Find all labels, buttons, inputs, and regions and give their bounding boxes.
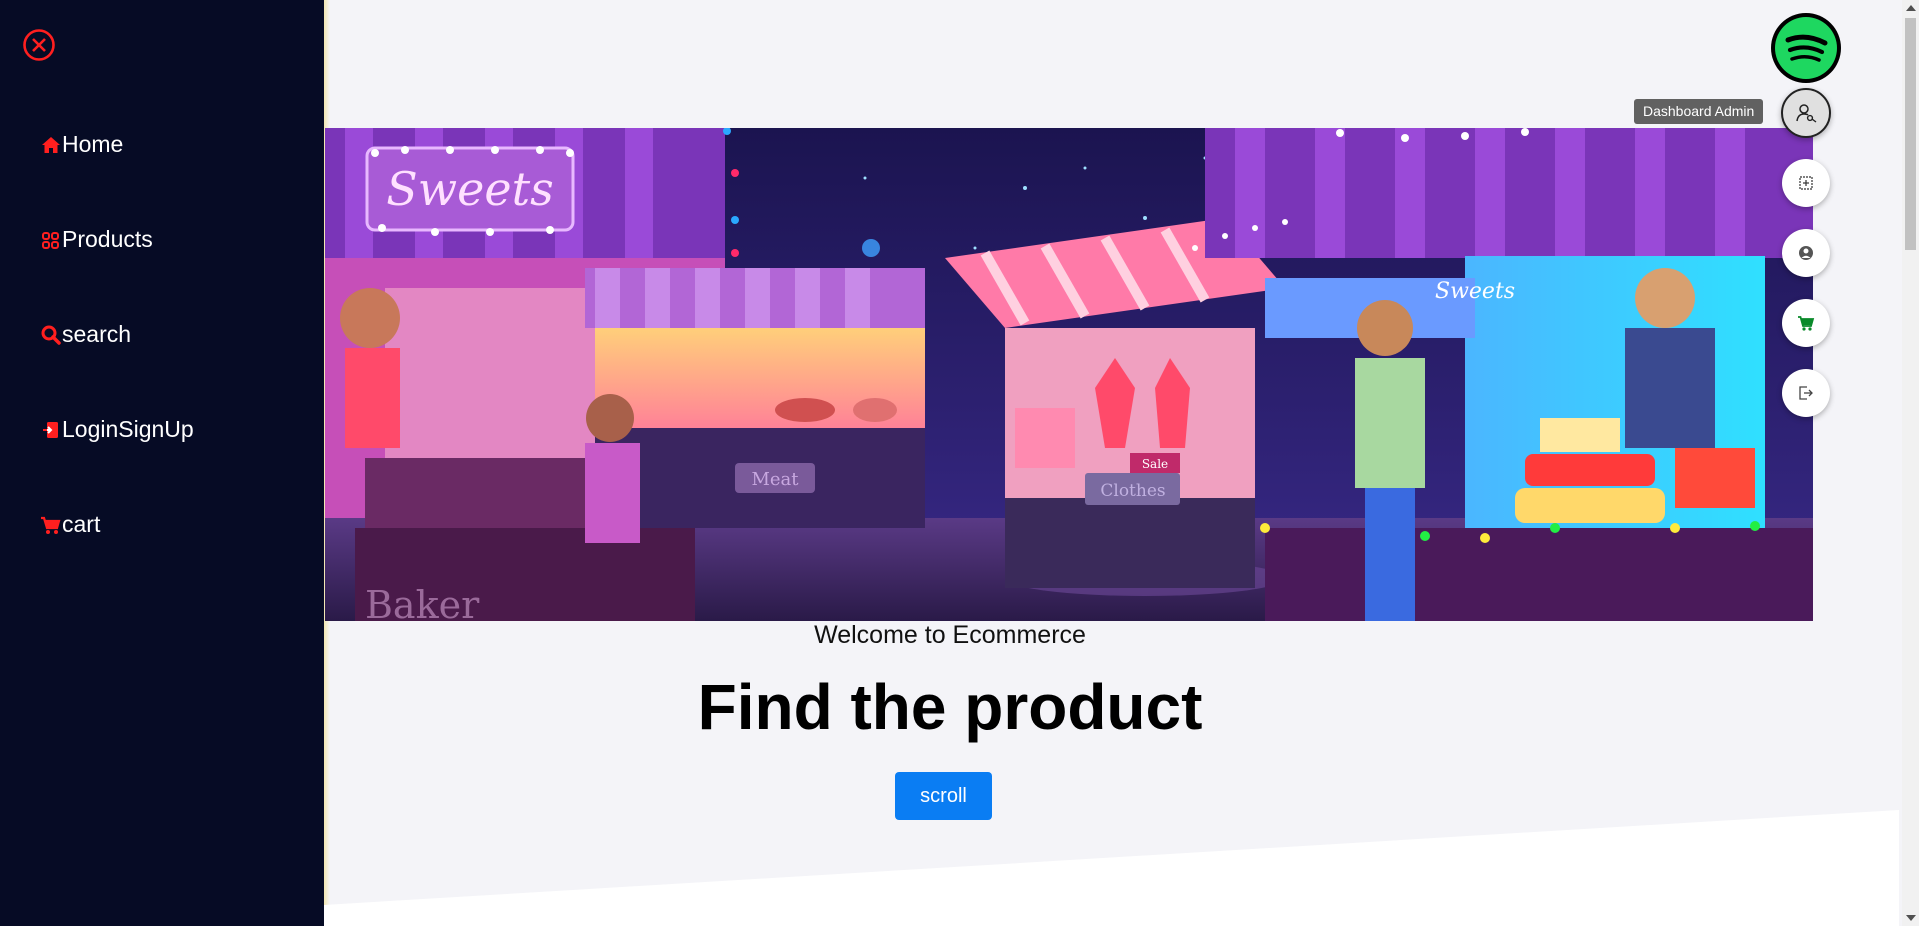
sidebar-item-label: cart — [62, 511, 101, 537]
speed-dial-toggle[interactable] — [1781, 88, 1831, 138]
sidebar: Home Products search LoginSignUp cart — [0, 0, 330, 926]
section-divider — [324, 810, 1899, 926]
sidebar-item-login-signup[interactable]: LoginSignUp — [40, 416, 194, 443]
sign-sweets: Sweets — [386, 162, 553, 216]
tooltip-dashboard-admin: Dashboard Admin — [1634, 99, 1764, 124]
dashboard-action[interactable] — [1782, 159, 1830, 207]
sidebar-item-search[interactable]: search — [40, 321, 131, 348]
sidebar-item-products[interactable]: Products — [40, 226, 153, 253]
welcome-text: Welcome to Ecommerce — [814, 621, 1086, 649]
sign-meat: Meat — [751, 469, 799, 490]
dashboard-icon — [1799, 176, 1813, 190]
hero-banner-image: Sweets Baker Meat Sale Clothes Sweets — [325, 128, 1813, 621]
sidebar-item-cart[interactable]: cart — [40, 511, 100, 538]
scroll-down-arrow[interactable] — [1906, 915, 1916, 921]
cart-icon — [1798, 316, 1815, 331]
cart-icon — [40, 514, 62, 536]
cart-action[interactable] — [1782, 299, 1830, 347]
login-icon — [40, 419, 62, 441]
sign-bakery: Baker — [365, 583, 480, 621]
sidebar-item-home[interactable]: Home — [40, 131, 123, 158]
grid-icon — [40, 229, 62, 251]
sign-sale: Sale — [1142, 457, 1168, 471]
search-icon — [40, 324, 62, 346]
scroll-thumb[interactable] — [1905, 18, 1916, 250]
spotify-icon[interactable] — [1771, 13, 1841, 83]
logout-icon — [1799, 386, 1813, 400]
page-title: Find the product — [697, 671, 1203, 743]
account-icon — [1799, 246, 1813, 260]
scroll-up-arrow[interactable] — [1906, 5, 1916, 11]
sidebar-item-label: search — [62, 321, 132, 347]
admin-user-icon — [1796, 104, 1817, 123]
sidebar-item-label: Products — [62, 226, 153, 252]
sidebar-item-label: Home — [62, 131, 124, 157]
sidebar-item-label: LoginSignUp — [62, 416, 194, 442]
page-scrollbar[interactable] — [1902, 0, 1919, 926]
home-icon — [40, 134, 62, 156]
logout-action[interactable] — [1782, 369, 1830, 417]
account-action[interactable] — [1782, 229, 1830, 277]
close-circle-icon[interactable] — [22, 28, 56, 62]
sign-sweets-small: Sweets — [1435, 279, 1515, 304]
sign-clothes: Clothes — [1100, 481, 1165, 501]
